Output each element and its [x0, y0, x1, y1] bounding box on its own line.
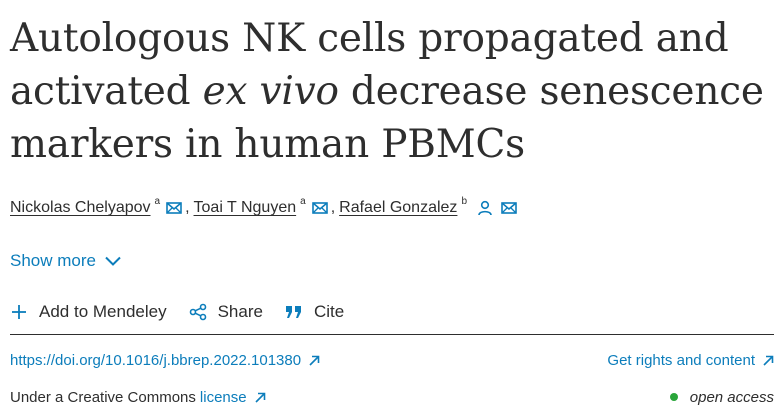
- envelope-icon[interactable]: [499, 198, 519, 218]
- license-row: Under a Creative Commons license open ac…: [10, 386, 774, 408]
- envelope-icon[interactable]: [310, 198, 330, 218]
- doi-link-text: https://doi.org/10.1016/j.bbrep.2022.101…: [10, 351, 302, 369]
- show-more-label: Show more: [10, 251, 96, 270]
- license-prefix: Under a Creative Commons: [10, 388, 196, 406]
- article-title: Autologous NK cells propagated and activ…: [10, 12, 770, 171]
- quote-icon: [285, 303, 303, 321]
- doi-link[interactable]: https://doi.org/10.1016/j.bbrep.2022.101…: [10, 352, 320, 369]
- chevron-down-icon: [105, 256, 121, 266]
- author-list: Nickolas Chelyapov a , Toai T Nguyen a ,…: [10, 196, 519, 220]
- affiliation-marker[interactable]: b: [461, 196, 467, 207]
- arrow-up-right-icon: [255, 392, 266, 403]
- license-statement: Under a Creative Commons license: [10, 389, 266, 406]
- author-name[interactable]: Rafael Gonzalez: [339, 199, 457, 217]
- author-separator: ,: [185, 199, 190, 216]
- add-to-mendeley-label: Add to Mendeley: [39, 302, 167, 321]
- license-link-text: license: [199, 388, 247, 406]
- show-more-button[interactable]: Show more: [10, 248, 121, 274]
- plus-icon: [10, 303, 28, 321]
- author-separator: ,: [330, 199, 336, 216]
- get-rights-link[interactable]: Get rights and content: [607, 352, 774, 369]
- arrow-up-right-icon: [309, 355, 320, 366]
- open-access-label: open access: [689, 388, 774, 406]
- add-to-mendeley-button[interactable]: Add to Mendeley: [10, 302, 167, 322]
- affiliation-marker[interactable]: a: [155, 196, 161, 207]
- license-link[interactable]: license: [200, 389, 266, 406]
- share-icon: [189, 303, 207, 321]
- divider: [10, 334, 774, 335]
- affiliation-marker[interactable]: a: [300, 196, 306, 207]
- title-italic: ex vivo: [202, 69, 339, 114]
- cite-button[interactable]: Cite: [285, 302, 344, 322]
- get-rights-text: Get rights and content: [607, 351, 755, 369]
- article-header: Autologous NK cells propagated and activ…: [10, 0, 774, 420]
- author-name[interactable]: Toai T Nguyen: [194, 199, 297, 217]
- share-label: Share: [217, 302, 263, 321]
- open-access-badge: open access: [669, 388, 774, 406]
- open-access-dot-icon: [669, 393, 678, 401]
- cite-label: Cite: [313, 302, 345, 321]
- envelope-icon[interactable]: [164, 198, 184, 218]
- person-icon[interactable]: [475, 198, 495, 218]
- share-button[interactable]: Share: [189, 302, 263, 322]
- author-name[interactable]: Nickolas Chelyapov: [10, 199, 151, 217]
- links-row: https://doi.org/10.1016/j.bbrep.2022.101…: [10, 349, 774, 371]
- article-toolbar: Add to Mendeley Share Cite: [10, 299, 366, 325]
- arrow-up-right-icon: [763, 355, 774, 366]
